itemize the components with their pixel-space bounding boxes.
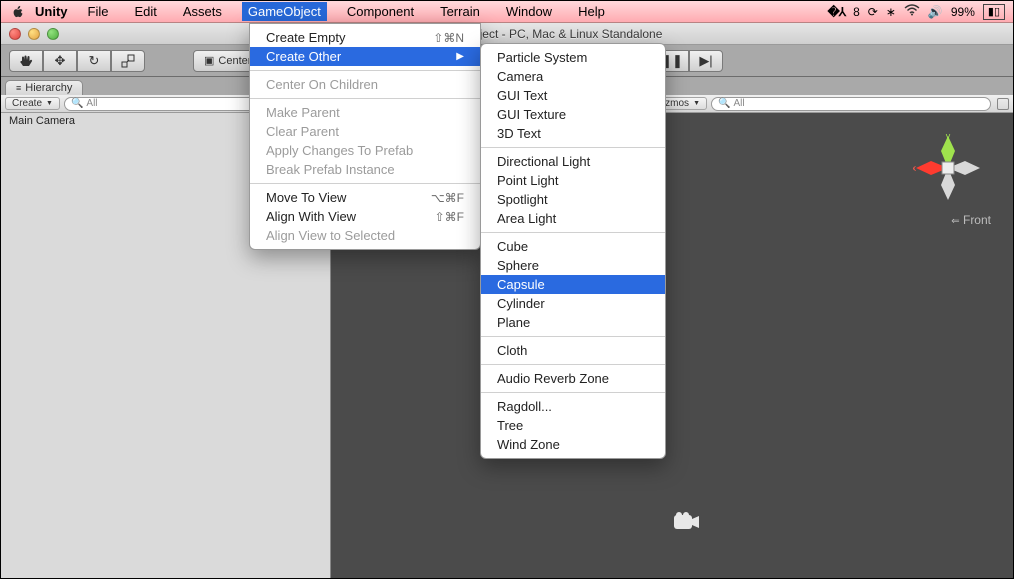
menu-assets[interactable]: Assets — [177, 2, 228, 21]
sm-point-light[interactable]: Point Light — [481, 171, 665, 190]
adobe-count: 8 — [853, 5, 860, 19]
menu-make-parent: Make Parent — [250, 103, 480, 122]
window-titlebar: Untitled - New Unity Project - PC, Mac &… — [1, 23, 1013, 45]
hand-tool[interactable] — [9, 50, 43, 72]
sm-sphere[interactable]: Sphere — [481, 256, 665, 275]
sm-plane[interactable]: Plane — [481, 313, 665, 332]
menu-break-prefab: Break Prefab Instance — [250, 160, 480, 179]
menu-align-to-selected: Align View to Selected — [250, 226, 480, 245]
minimize-icon[interactable] — [28, 28, 40, 40]
sm-cloth[interactable]: Cloth — [481, 341, 665, 360]
menu-center-children: Center On Children — [250, 75, 480, 94]
sm-area-light[interactable]: Area Light — [481, 209, 665, 228]
create-dropdown[interactable]: Create▼ — [5, 97, 60, 110]
bluetooth-icon: ∗ — [886, 5, 896, 19]
orientation-gizmo[interactable]: y x — [913, 133, 983, 203]
apple-icon — [11, 5, 25, 19]
sm-cylinder[interactable]: Cylinder — [481, 294, 665, 313]
sm-directional-light[interactable]: Directional Light — [481, 152, 665, 171]
menu-create-empty[interactable]: Create Empty⇧⌘N — [250, 28, 480, 47]
sm-3d-text[interactable]: 3D Text — [481, 124, 665, 143]
menu-align-with-view[interactable]: Align With View⇧⌘F — [250, 207, 480, 226]
menu-component[interactable]: Component — [341, 2, 420, 21]
menu-apply-prefab: Apply Changes To Prefab — [250, 141, 480, 160]
close-icon[interactable] — [9, 28, 21, 40]
menu-move-to-view[interactable]: Move To View⌥⌘F — [250, 188, 480, 207]
gameobject-menu: Create Empty⇧⌘N Create Other▶ Center On … — [249, 23, 481, 250]
battery-icon: ▮▯ — [983, 4, 1005, 20]
scene-expand-icon[interactable] — [997, 98, 1009, 110]
adobe-icon: �⅄ — [827, 5, 845, 19]
volume-icon: 🔊 — [928, 5, 943, 19]
menu-help[interactable]: Help — [572, 2, 611, 21]
menu-create-other[interactable]: Create Other▶ — [250, 47, 480, 66]
menubar-status: �⅄ 8 ⟳ ∗ 🔊 99% ▮▯ — [827, 4, 1005, 20]
transform-tools: ✥ ↻ — [9, 50, 145, 72]
zoom-icon[interactable] — [47, 28, 59, 40]
sm-cube[interactable]: Cube — [481, 237, 665, 256]
menu-terrain[interactable]: Terrain — [434, 2, 486, 21]
step-button[interactable]: ▶| — [689, 50, 723, 72]
sm-camera[interactable]: Camera — [481, 67, 665, 86]
move-tool[interactable]: ✥ — [43, 50, 77, 72]
svg-text:x: x — [913, 163, 917, 173]
camera-icon — [672, 510, 700, 538]
sm-tree[interactable]: Tree — [481, 416, 665, 435]
sync-icon: ⟳ — [868, 5, 878, 19]
scale-tool[interactable] — [111, 50, 145, 72]
sm-capsule[interactable]: Capsule — [481, 275, 665, 294]
sm-wind-zone[interactable]: Wind Zone — [481, 435, 665, 454]
app-name: Unity — [35, 4, 68, 19]
window-title: Untitled - New Unity Project - PC, Mac &… — [1, 27, 1013, 41]
wifi-icon — [904, 4, 920, 19]
hierarchy-tab[interactable]: ≡Hierarchy — [5, 80, 83, 95]
menu-window[interactable]: Window — [500, 2, 558, 21]
create-other-submenu: Particle System Camera GUI Text GUI Text… — [480, 43, 666, 459]
sm-gui-text[interactable]: GUI Text — [481, 86, 665, 105]
sm-particle-system[interactable]: Particle System — [481, 48, 665, 67]
front-label: ⇐ Front — [951, 213, 991, 227]
sm-ragdoll[interactable]: Ragdoll... — [481, 397, 665, 416]
menu-file[interactable]: File — [82, 2, 115, 21]
sm-gui-texture[interactable]: GUI Texture — [481, 105, 665, 124]
svg-text:y: y — [946, 133, 951, 141]
menu-gameobject[interactable]: GameObject — [242, 2, 327, 21]
sm-spotlight[interactable]: Spotlight — [481, 190, 665, 209]
rotate-tool[interactable]: ↻ — [77, 50, 111, 72]
mac-menubar: Unity File Edit Assets GameObject Compon… — [1, 1, 1013, 23]
battery-pct: 99% — [951, 5, 975, 19]
menu-clear-parent: Clear Parent — [250, 122, 480, 141]
sm-audio-reverb[interactable]: Audio Reverb Zone — [481, 369, 665, 388]
menu-edit[interactable]: Edit — [128, 2, 162, 21]
scene-search[interactable]: 🔍All — [711, 97, 991, 111]
traffic-lights — [9, 28, 59, 40]
